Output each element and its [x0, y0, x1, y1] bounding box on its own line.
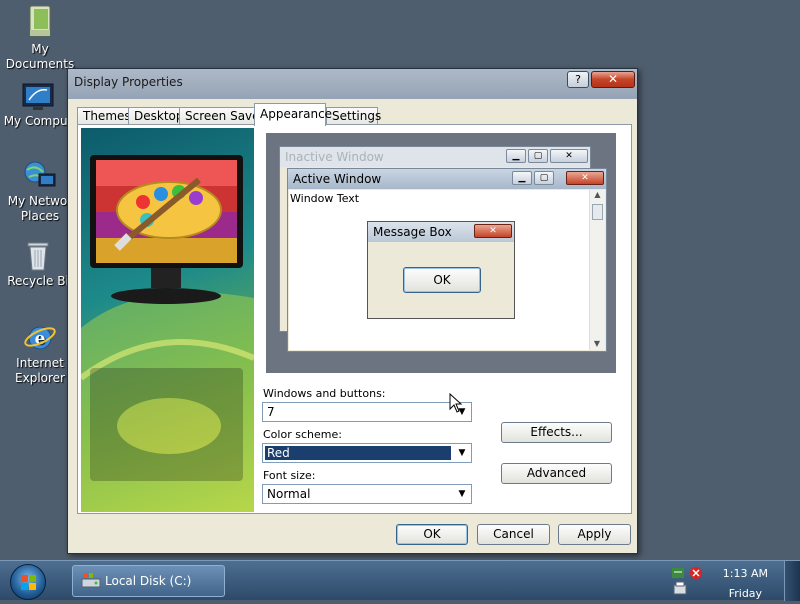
window-title: Display Properties	[74, 75, 183, 89]
tab-screen-saver[interactable]: Screen Saver	[179, 107, 264, 125]
preview-scrollbar: ▲ ▼	[589, 190, 605, 350]
computer-icon	[22, 83, 54, 110]
scroll-down-icon: ▼	[593, 339, 601, 348]
close-button[interactable]: ✕	[591, 71, 635, 88]
maximize-icon: ▢	[534, 171, 554, 185]
close-icon: ✕	[474, 224, 512, 238]
show-desktop-button[interactable]	[784, 561, 800, 601]
font-size-value: Normal	[267, 487, 311, 501]
appearance-illustration	[81, 128, 254, 512]
preview-message-box: Message Box ✕ OK	[367, 221, 515, 319]
preview-active-title: Active Window	[288, 169, 606, 189]
recycle-bin-icon	[27, 242, 49, 271]
cancel-button[interactable]: Cancel	[477, 524, 550, 545]
windows-buttons-label: Windows and buttons:	[263, 387, 386, 400]
tab-themes[interactable]: Themes	[77, 107, 131, 125]
windows-logo-icon	[21, 575, 36, 590]
windows-buttons-value: 7	[267, 405, 275, 419]
security-alert-icon	[690, 567, 702, 579]
apply-button[interactable]: Apply	[558, 524, 631, 545]
desktop-icon-internet-explorer[interactable]: e Internet Explorer	[5, 320, 75, 386]
preview-message-client: OK	[369, 243, 513, 317]
desktop-icon-label: Internet Explorer	[15, 356, 65, 385]
tray-icons[interactable]	[670, 564, 704, 598]
desktop-icon-my-computer[interactable]: My Comput	[3, 82, 73, 129]
start-button[interactable]	[10, 564, 46, 600]
mouse-cursor-icon	[449, 393, 463, 413]
clock-day: Friday	[728, 587, 763, 600]
scroll-up-icon: ▲	[594, 190, 601, 199]
minimize-icon: ▁	[512, 171, 532, 185]
effects-button[interactable]: Effects...	[501, 422, 612, 443]
clock-time: 1:13 AM	[722, 567, 768, 580]
display-properties-window: Display Properties ? ✕ Themes Desktop Sc…	[67, 68, 638, 554]
network-icon	[24, 161, 56, 187]
maximize-icon: ▢	[528, 149, 548, 163]
taskbar-item-local-disk[interactable]: Local Disk (C:)	[72, 565, 225, 597]
tray-clock[interactable]: 1:13 AM Friday	[723, 564, 768, 604]
appearance-panel: Inactive Window ▁ ▢ ✕ Active Window ▁ ▢ …	[77, 124, 632, 514]
help-button[interactable]: ?	[567, 71, 589, 88]
font-size-select[interactable]: Normal ▼	[262, 484, 472, 504]
close-icon: ✕	[550, 149, 588, 163]
appearance-preview: Inactive Window ▁ ▢ ✕ Active Window ▁ ▢ …	[266, 133, 616, 373]
color-scheme-label: Color scheme:	[263, 428, 342, 441]
desktop-icon-my-network-places[interactable]: My Networ Places	[5, 160, 75, 224]
color-scheme-value: Red	[265, 446, 451, 460]
tab-settings[interactable]: Settings	[326, 107, 381, 125]
close-icon: ✕	[566, 171, 604, 185]
desktop-icon-my-documents[interactable]: My Documents	[5, 4, 75, 72]
desktop-icon-label: My Documents	[5, 42, 75, 71]
windows-buttons-select[interactable]: 7 ▼	[262, 402, 472, 422]
folder-icon	[29, 5, 51, 37]
scroll-thumb	[592, 204, 603, 220]
chevron-down-icon: ▼	[458, 448, 466, 458]
desktop-icon-label: My Networ Places	[7, 194, 73, 223]
tab-appearance[interactable]: Appearance	[254, 103, 332, 126]
minimize-icon: ▁	[506, 149, 526, 163]
monitor-palette-icon	[81, 155, 254, 512]
advanced-button[interactable]: Advanced	[501, 463, 612, 484]
dialog-body: Themes Desktop Screen Saver Appearance S…	[71, 99, 634, 550]
internet-explorer-icon: e	[24, 326, 56, 350]
taskbar-item-label: Local Disk (C:)	[105, 574, 192, 588]
desktop-icon-label: Recycle Bi	[7, 274, 69, 288]
desktop-icon-label: My Comput	[3, 114, 73, 128]
chevron-down-icon: ▼	[458, 489, 466, 499]
taskbar: Local Disk (C:) 1:13 AM Friday	[0, 560, 800, 601]
font-size-label: Font size:	[263, 469, 316, 482]
preview-window-text: Window Text	[290, 192, 360, 205]
printer-icon	[673, 581, 687, 595]
drive-icon	[81, 573, 101, 588]
title-bar[interactable]: Display Properties ? ✕	[68, 69, 637, 97]
color-scheme-select[interactable]: Red ▼	[262, 443, 472, 463]
preview-ok-button: OK	[403, 267, 481, 293]
ok-button[interactable]: OK	[396, 524, 468, 545]
network-icon	[672, 568, 684, 578]
desktop-icon-recycle-bin[interactable]: Recycle Bi	[3, 240, 73, 289]
tab-desktop[interactable]: Desktop	[128, 107, 184, 125]
